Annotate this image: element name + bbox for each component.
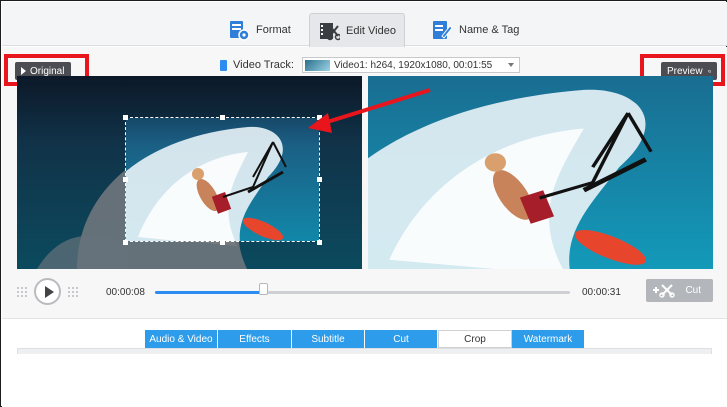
track-thumbnail (304, 59, 330, 71)
tab-edit-video-label: Edit Video (346, 24, 396, 37)
video-track-label: Video Track: (233, 59, 294, 71)
name-tag-icon (431, 19, 453, 41)
timeline-progress (155, 291, 263, 294)
crop-handle-mr[interactable] (317, 177, 322, 182)
tab-watermark[interactable]: Watermark (512, 330, 585, 348)
video-track-select[interactable]: Video1: h264, 1920x1080, 00:01:55 (301, 57, 520, 73)
playback-bar: 00:00:08 00:00:31 Cut (2, 275, 727, 315)
play-button[interactable] (34, 278, 61, 305)
grip-icon (17, 287, 27, 297)
editor-area: Original Video Track: Video1: h264, 1920… (2, 47, 727, 318)
cut-button[interactable]: Cut (646, 279, 713, 302)
crop-handle-bl[interactable] (123, 240, 128, 245)
tab-effects[interactable]: Effects (218, 330, 292, 348)
video-track-icon (220, 59, 227, 71)
video-track-value: Video1: h264, 1920x1080, 00:01:55 (333, 59, 493, 71)
end-time: 00:00:31 (582, 287, 621, 298)
tab-watermark-label: Watermark (523, 333, 573, 345)
crop-panel (17, 348, 712, 354)
tab-audio-video-label: Audio & Video (149, 333, 213, 345)
tab-name-tag-label: Name & Tag (459, 24, 520, 36)
tab-crop-label: Crop (464, 333, 486, 345)
tab-cut-label: Cut (393, 333, 409, 345)
format-icon (228, 19, 250, 41)
cut-button-label: Cut (685, 285, 701, 296)
crop-handle-br[interactable] (317, 240, 322, 245)
tab-cut[interactable]: Cut (365, 330, 438, 348)
surfer-image-cropped (126, 118, 319, 241)
current-time: 00:00:08 (106, 287, 145, 298)
tab-effects-label: Effects (239, 333, 270, 345)
app-window: Format Edit Video Name & Tag Original Vi… (0, 0, 727, 407)
top-tab-bar: Format Edit Video Name & Tag (2, 2, 727, 47)
preview-video (368, 76, 713, 269)
edit-video-icon (318, 20, 342, 42)
tab-subtitle[interactable]: Subtitle (292, 330, 365, 348)
timeline-handle[interactable] (258, 283, 268, 295)
timeline-slider[interactable] (155, 283, 570, 295)
original-video (17, 76, 362, 269)
crop-handle-tm[interactable] (220, 115, 225, 120)
grip-icon (68, 287, 78, 297)
tab-crop[interactable]: Crop (438, 330, 512, 348)
tab-subtitle-label: Subtitle (311, 333, 345, 345)
scissors-icon (653, 284, 675, 298)
crop-handle-tl[interactable] (123, 115, 128, 120)
crop-handle-tr[interactable] (317, 115, 322, 120)
edit-panel: Audio & Video Effects Subtitle Cut Crop … (2, 318, 727, 407)
tab-format[interactable]: Format (228, 13, 291, 47)
tab-format-label: Format (256, 24, 291, 36)
tab-audio-video[interactable]: Audio & Video (145, 330, 218, 348)
tab-edit-video[interactable]: Edit Video (309, 13, 405, 47)
surfer-preview-image (368, 76, 713, 269)
tab-name-tag[interactable]: Name & Tag (431, 13, 519, 47)
chevron-down-icon (507, 63, 514, 67)
crop-region[interactable] (125, 117, 320, 242)
crop-handle-bm[interactable] (220, 240, 225, 245)
crop-handle-ml[interactable] (123, 177, 128, 182)
video-track-area: Video Track: Video1: h264, 1920x1080, 00… (220, 57, 520, 73)
edit-tabs: Audio & Video Effects Subtitle Cut Crop … (145, 330, 585, 348)
